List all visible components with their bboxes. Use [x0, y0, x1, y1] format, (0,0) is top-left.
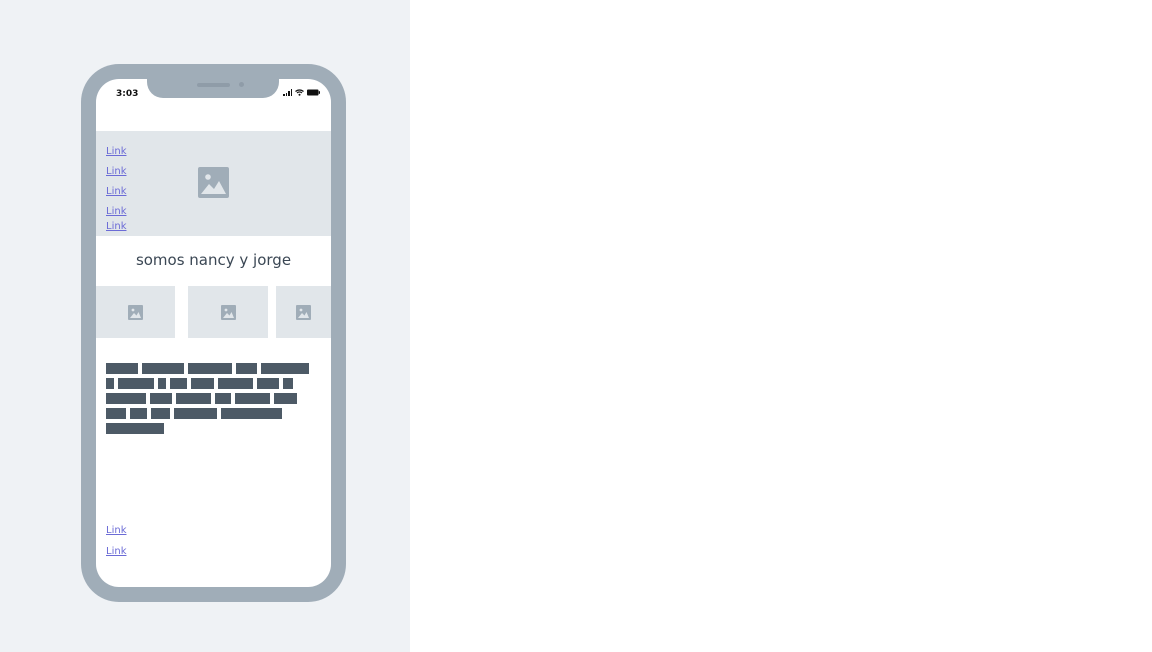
footer-link-2[interactable]: Link — [106, 546, 126, 557]
hero-link-2[interactable]: Link — [106, 166, 126, 177]
hero-link-1[interactable]: Link — [106, 146, 126, 157]
placeholder-text-line — [106, 423, 312, 434]
front-camera — [239, 82, 244, 87]
wifi-icon — [295, 89, 304, 96]
phone-notch — [147, 79, 279, 98]
thumbnail-3 — [276, 286, 331, 338]
status-icons — [283, 89, 320, 96]
placeholder-text-line — [106, 378, 312, 389]
signal-icon — [283, 89, 292, 96]
hero-link-4[interactable]: Link — [106, 206, 126, 217]
placeholder-text-line — [106, 363, 312, 374]
phone-frame: 3:03 Link Link Link Link Link somos nanc… — [81, 64, 346, 602]
footer-link-1[interactable]: Link — [106, 525, 126, 536]
image-icon — [128, 304, 143, 320]
canvas-area — [410, 0, 1152, 652]
placeholder-text-block — [106, 363, 312, 438]
status-time: 3:03 — [116, 89, 139, 99]
phone-screen: 3:03 Link Link Link Link Link somos nanc… — [96, 79, 331, 587]
thumbnail-1 — [96, 286, 175, 338]
image-icon — [198, 167, 229, 198]
hero-banner: Link Link Link Link Link — [96, 131, 331, 236]
hero-link-5[interactable]: Link — [106, 221, 126, 232]
hero-link-3[interactable]: Link — [106, 186, 126, 197]
preview-pane: 3:03 Link Link Link Link Link somos nanc… — [0, 0, 410, 652]
placeholder-text-line — [106, 393, 312, 404]
speaker-grille — [197, 83, 230, 87]
image-icon — [220, 304, 236, 320]
battery-icon — [307, 89, 320, 96]
placeholder-text-line — [106, 408, 312, 419]
page-title: somos nancy y jorge — [135, 251, 292, 269]
image-icon — [296, 304, 311, 320]
thumbnail-2 — [188, 286, 268, 338]
